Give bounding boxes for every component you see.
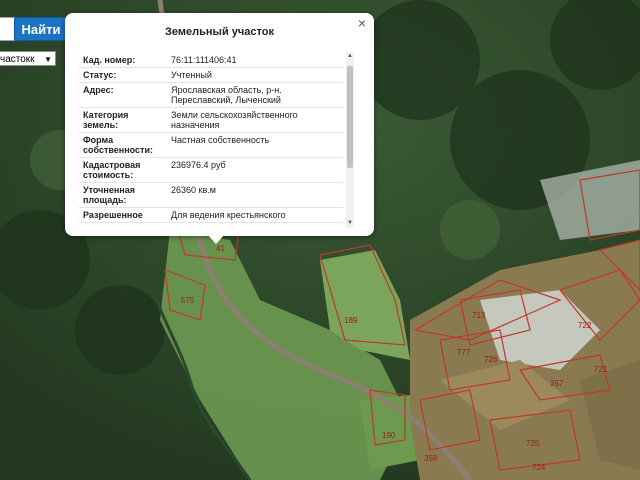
parcel-label[interactable]: 724 [532,463,546,472]
parcel-label[interactable]: 726 [484,355,498,364]
info-row: Адрес: Ярославская область, р-н. Пересла… [79,82,343,108]
popup-body: Кад. номер: 76:11:111406:41 Статус: Учте… [79,53,357,228]
info-value: Для ведения крестьянского [167,207,343,223]
info-value: Ярославская область, р-н. Переславский, … [167,82,343,108]
info-label: Категория земель: [79,107,167,133]
parcel-label[interactable]: 358 [424,454,438,463]
info-label: Кадастровая стоимость: [79,157,167,183]
info-label: Разрешенное [79,207,167,223]
find-button[interactable]: Найти [14,17,68,41]
popup-pointer [207,234,225,244]
scroll-up-arrow-icon[interactable]: ▲ [346,52,354,61]
parcel-label[interactable]: 357 [550,379,564,388]
info-row: Форма собственности: Частная собственнос… [79,132,343,158]
scroll-thumb[interactable] [347,66,353,168]
parcel-label[interactable]: 189 [344,316,358,325]
chevron-down-icon: ▼ [44,55,52,64]
info-value: Земли сельскохозяйственного назначения [167,107,343,133]
info-label: Уточненная площадь: [79,182,167,208]
info-value: Частная собственность [167,132,343,158]
scroll-down-arrow-icon[interactable]: ▼ [346,219,354,228]
info-value: 76:11:111406:41 [167,53,343,68]
parcel-info-popup: Земельный участок × Кад. номер: 76:11:11… [65,13,374,236]
parcel-label[interactable]: 725 [526,439,540,448]
parcel-label[interactable]: 777 [457,348,471,357]
popup-title: Земельный участок [165,26,274,38]
info-row: Разрешенное Для ведения крестьянского [79,207,343,223]
info-label: Форма собственности: [79,132,167,158]
info-value: Учтенный [167,67,343,83]
info-row: Кад. номер: 76:11:111406:41 [79,53,343,68]
parcel-label[interactable]: 721 [594,365,608,374]
parcel-label[interactable]: 722 [578,321,592,330]
parcel-label[interactable]: 713 [472,311,486,320]
parcel-label[interactable]: 575 [181,296,195,305]
popup-scrollbar[interactable]: ▲ ▼ [346,52,354,228]
info-label: Статус: [79,67,167,83]
info-row: Статус: Учтенный [79,67,343,83]
object-type-select[interactable]: частокк ▼ [0,51,56,66]
parcel-label[interactable]: 190 [382,431,396,440]
info-label: Адрес: [79,82,167,108]
close-icon[interactable]: × [358,15,366,31]
info-row: Уточненная площадь: 26360 кв.м [79,182,343,208]
parcel-info-table: Кад. номер: 76:11:111406:41 Статус: Учте… [79,53,343,223]
info-label: Кад. номер: [79,53,167,68]
object-type-selected: частокк [0,54,35,65]
info-value: 26360 кв.м [167,182,343,208]
info-row: Категория земель: Земли сельскохозяйстве… [79,107,343,133]
info-value: 236976.4 руб [167,157,343,183]
parcel-label[interactable]: 41 [216,244,225,253]
info-row: Кадастровая стоимость: 236976.4 руб [79,157,343,183]
